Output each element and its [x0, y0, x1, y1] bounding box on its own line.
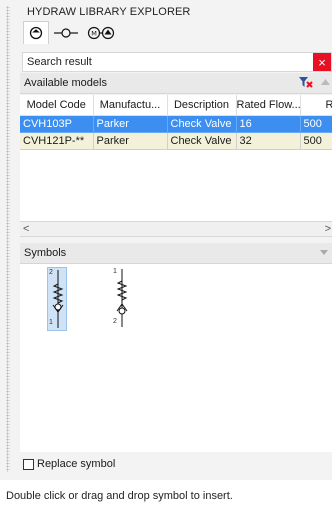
panel-grip[interactable]: [0, 0, 20, 480]
horizontal-scrollbar[interactable]: < >: [20, 222, 332, 237]
available-models-header: Available models: [20, 73, 332, 94]
col-header-description[interactable]: Description: [167, 95, 237, 116]
replace-symbol-label: Replace symbol: [37, 458, 116, 470]
col-header-rated-pressure[interactable]: Ra: [300, 95, 332, 116]
col-header-rated-flow[interactable]: Rated Flow...: [236, 95, 301, 116]
clear-filter-icon[interactable]: [299, 76, 313, 88]
valve-tool-button[interactable]: [23, 21, 49, 44]
cell-rated-pressure: 500: [300, 132, 332, 150]
search-result-bar: Search result ×: [22, 52, 332, 72]
scroll-up-icon[interactable]: [321, 78, 330, 86]
symbols-header[interactable]: Symbols: [20, 243, 332, 264]
valve-tool-icon: [29, 26, 43, 40]
cell-description: Check Valve: [167, 115, 237, 133]
cell-rated-flow: 16: [236, 115, 301, 133]
models-table: Model Code Manufactu... Description Rate…: [20, 95, 332, 222]
cell-description: Check Valve: [167, 132, 237, 150]
available-models-title: Available models: [24, 77, 107, 89]
search-result-label: Search result: [27, 56, 92, 68]
symbols-title: Symbols: [24, 247, 67, 259]
scroll-right-icon[interactable]: >: [325, 223, 331, 235]
symbols-area: 2 1 1 2: [20, 264, 332, 452]
col-header-model-code[interactable]: Model Code: [20, 95, 94, 116]
collapse-symbols-icon[interactable]: [320, 250, 328, 255]
table-row[interactable]: CVH121P-** Parker Check Valve 32 500: [20, 132, 332, 150]
grip-dots: [6, 6, 10, 472]
cell-manufacturer: Parker: [93, 132, 168, 150]
check-valve-spring-icon: [116, 269, 128, 327]
check-valve-symbol-2[interactable]: 1 2: [111, 267, 131, 331]
window-title: HYDRAW LIBRARY EXPLORER: [27, 6, 191, 18]
table-row[interactable]: CVH103P Parker Check Valve 16 500: [20, 115, 332, 133]
cell-rated-pressure: 500: [300, 115, 332, 133]
models-header-row: Model Code Manufactu... Description Rate…: [20, 95, 332, 116]
check-valve-symbol-1[interactable]: 2 1: [47, 267, 67, 331]
tool-bar: M: [20, 21, 332, 44]
library-explorer-panel: HYDRAW LIBRARY EXPLORER M Search result …: [20, 0, 332, 480]
cell-manufacturer: Parker: [93, 115, 168, 133]
close-search-button[interactable]: ×: [313, 53, 331, 71]
replace-symbol-option[interactable]: Replace symbol: [23, 458, 115, 470]
cell-rated-flow: 32: [236, 132, 301, 150]
motor-pump-tool-icon: M: [87, 26, 115, 39]
replace-symbol-checkbox[interactable]: [23, 458, 34, 470]
close-icon: ×: [318, 54, 326, 70]
scroll-left-icon[interactable]: <: [23, 223, 29, 235]
line-tool-icon: [54, 27, 78, 38]
status-bar: Double click or drag and drop symbol to …: [0, 480, 332, 512]
motor-pump-tool-button[interactable]: M: [83, 21, 119, 44]
svg-text:M: M: [91, 29, 97, 37]
cell-model-code: CVH103P: [20, 115, 94, 133]
line-tool-button[interactable]: [51, 21, 81, 44]
status-text: Double click or drag and drop symbol to …: [6, 490, 233, 502]
cell-model-code: CVH121P-**: [20, 132, 94, 150]
col-header-manufacturer[interactable]: Manufactu...: [93, 95, 168, 116]
check-valve-spring-icon: [52, 270, 64, 328]
